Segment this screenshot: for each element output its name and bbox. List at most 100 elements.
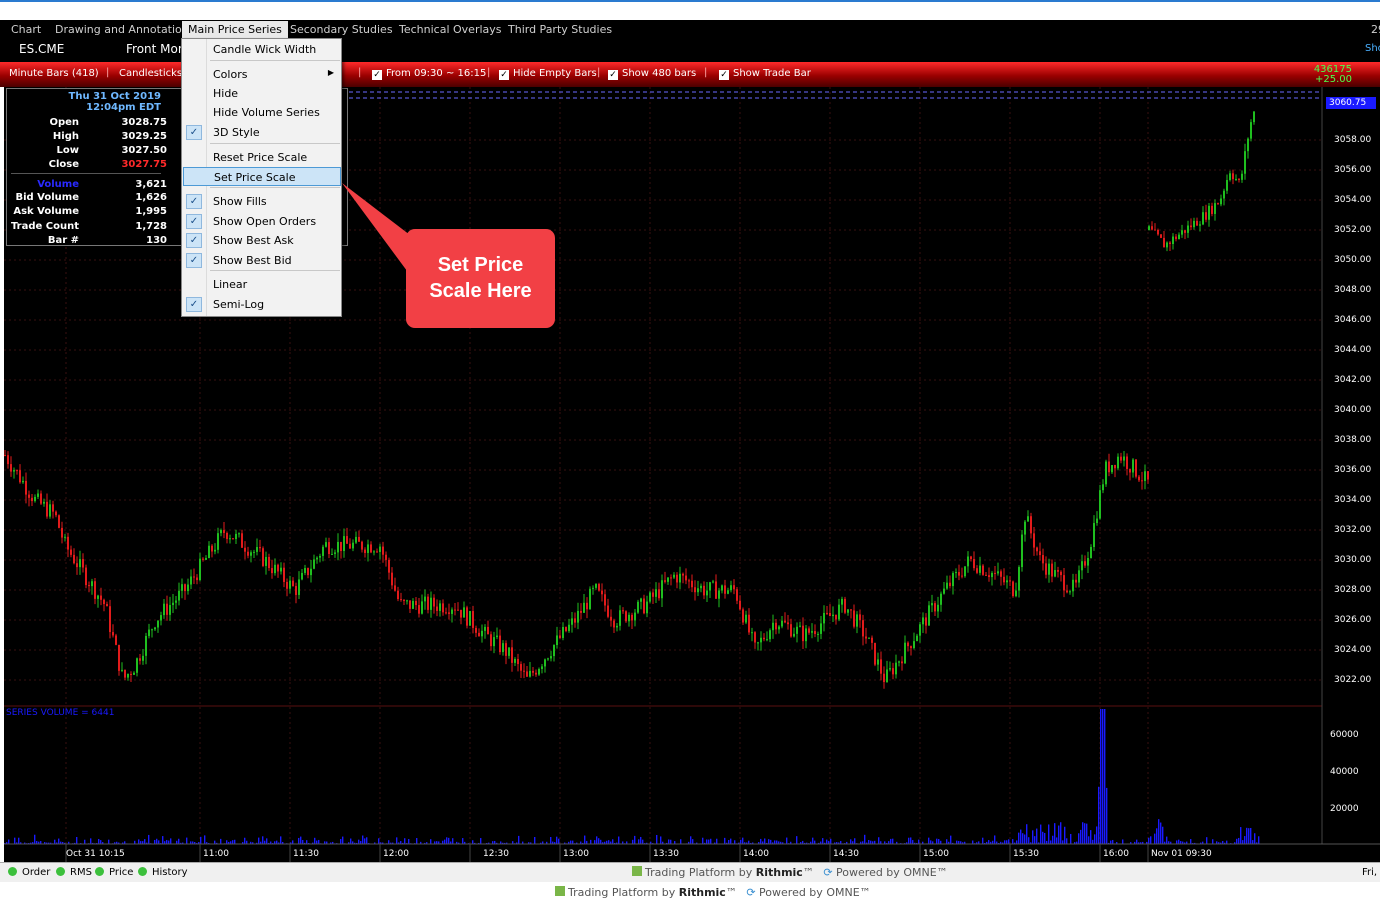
candle-body bbox=[700, 585, 702, 589]
volume-bar bbox=[14, 837, 16, 844]
symbol-name[interactable]: ES.CME bbox=[19, 42, 64, 56]
status-rms[interactable]: RMS bbox=[56, 867, 92, 878]
volume-bar bbox=[302, 840, 304, 844]
show-trade-bar-toggle[interactable]: ✓ Show Trade Bar bbox=[719, 68, 811, 80]
menu-item-hide[interactable]: Hide bbox=[183, 84, 341, 103]
menu-item-label: Linear bbox=[213, 278, 248, 291]
volume-bar bbox=[1032, 830, 1034, 844]
volume-bar bbox=[1020, 829, 1022, 844]
clipped-text: 29 bbox=[1371, 23, 1380, 36]
candle-body bbox=[976, 568, 978, 573]
menu-item-candle-wick-width[interactable]: Candle Wick Width bbox=[183, 40, 341, 59]
candle-body bbox=[1075, 579, 1077, 583]
volume-bar bbox=[1078, 833, 1080, 844]
volume-bar bbox=[706, 839, 708, 844]
candle-body bbox=[598, 583, 600, 591]
menu-item-set-price-scale[interactable]: Set Price Scale bbox=[183, 167, 341, 186]
volume-bar bbox=[868, 839, 870, 844]
candle-body bbox=[574, 618, 576, 623]
candle-body bbox=[340, 541, 342, 551]
candle-body bbox=[25, 480, 27, 495]
info-label: High bbox=[52, 131, 79, 142]
volume-bar bbox=[1112, 839, 1114, 844]
menu-third-party-studies[interactable]: Third Party Studies bbox=[508, 23, 612, 36]
status-order[interactable]: Order bbox=[8, 867, 50, 878]
menu-separator bbox=[210, 187, 340, 188]
candle-body bbox=[1151, 226, 1153, 230]
menu-drawing-annotation[interactable]: Drawing and Annotation bbox=[55, 23, 189, 36]
candle-body bbox=[493, 637, 495, 647]
candle-body bbox=[559, 635, 561, 638]
volume-bar bbox=[1212, 839, 1214, 844]
candle-body bbox=[139, 658, 141, 661]
candle-body bbox=[1114, 465, 1116, 469]
candle-body bbox=[1099, 490, 1101, 519]
menu-item-hide-volume-series[interactable]: Hide Volume Series bbox=[183, 103, 341, 122]
candle-body bbox=[55, 511, 57, 516]
info-label: Bar # bbox=[47, 235, 79, 246]
candle-body bbox=[523, 670, 525, 672]
chart-style-selector[interactable]: Candlesticks bbox=[119, 68, 182, 79]
volume-bar bbox=[318, 839, 320, 844]
menu-item-show-best-ask[interactable]: ✓ Show Best Ask bbox=[183, 231, 341, 250]
menu-item-show-fills[interactable]: ✓ Show Fills bbox=[183, 192, 341, 211]
candle-body bbox=[880, 659, 882, 674]
volume-bar bbox=[680, 839, 682, 844]
menu-item-show-open-orders[interactable]: ✓ Show Open Orders bbox=[183, 212, 341, 231]
volume-bar bbox=[708, 839, 710, 844]
candle-body bbox=[586, 602, 588, 610]
candle-body bbox=[322, 546, 324, 556]
candle-body bbox=[868, 637, 870, 639]
volume-bar bbox=[170, 838, 172, 844]
menu-item-show-best-bid[interactable]: ✓ Show Best Bid bbox=[183, 251, 341, 270]
submenu-arrow-icon: ▶ bbox=[327, 68, 334, 77]
candle-body bbox=[370, 544, 372, 553]
candle-body bbox=[595, 583, 597, 588]
volume-bar bbox=[518, 835, 520, 844]
volume-bar bbox=[276, 840, 278, 844]
candle-body bbox=[412, 600, 414, 609]
info-label: Close bbox=[48, 159, 79, 170]
volume-bar bbox=[1092, 839, 1094, 844]
candle-body bbox=[592, 587, 594, 589]
menu-item-colors[interactable]: Colors ▶ bbox=[183, 65, 341, 84]
volume-bar bbox=[1226, 840, 1228, 844]
menu-item-linear[interactable]: Linear bbox=[183, 275, 341, 294]
candle-body bbox=[64, 536, 66, 538]
candle-body bbox=[388, 559, 390, 573]
menu-item-3d-style[interactable]: ✓ 3D Style bbox=[183, 123, 341, 142]
bar-type-selector[interactable]: Minute Bars (418) bbox=[9, 68, 99, 79]
menu-item-reset-price-scale[interactable]: Reset Price Scale bbox=[183, 148, 341, 167]
candle-body bbox=[865, 636, 867, 639]
menu-separator bbox=[210, 143, 340, 144]
separator: | bbox=[704, 67, 708, 78]
candle-body bbox=[790, 624, 792, 637]
candle-body bbox=[667, 577, 669, 582]
candle-body bbox=[22, 480, 24, 483]
menu-item-semi-log[interactable]: ✓ Semi-Log bbox=[183, 295, 341, 314]
volume-bar bbox=[186, 837, 188, 844]
status-history[interactable]: History bbox=[138, 867, 188, 878]
candle-body bbox=[955, 572, 957, 574]
candle-body bbox=[337, 541, 339, 553]
candle-body bbox=[646, 601, 648, 614]
volume-bar bbox=[1054, 823, 1056, 844]
menu-secondary-studies[interactable]: Secondary Studies bbox=[290, 23, 393, 36]
volume-bar bbox=[660, 836, 662, 844]
candle-body bbox=[526, 671, 528, 677]
hide-empty-bars-toggle[interactable]: ✓ Hide Empty Bars bbox=[499, 68, 597, 80]
volume-bar bbox=[930, 840, 932, 844]
session-range-toggle[interactable]: ✓ From 09:30 ~ 16:15 bbox=[372, 68, 486, 80]
candle-body bbox=[274, 564, 276, 574]
menu-chart[interactable]: Chart bbox=[11, 23, 41, 36]
show-bars-toggle[interactable]: ✓ Show 480 bars bbox=[608, 68, 696, 80]
volume-bar bbox=[642, 839, 644, 844]
candle-body bbox=[490, 634, 492, 647]
candle-body bbox=[610, 616, 612, 621]
status-price[interactable]: Price bbox=[95, 867, 133, 878]
candle-body bbox=[928, 605, 930, 626]
candle-body bbox=[1108, 461, 1110, 473]
menu-technical-overlays[interactable]: Technical Overlays bbox=[399, 23, 502, 36]
show-trade-bar-label: Show Trade Bar bbox=[733, 68, 811, 79]
info-row: Bid Volume 1,626 bbox=[7, 192, 167, 206]
